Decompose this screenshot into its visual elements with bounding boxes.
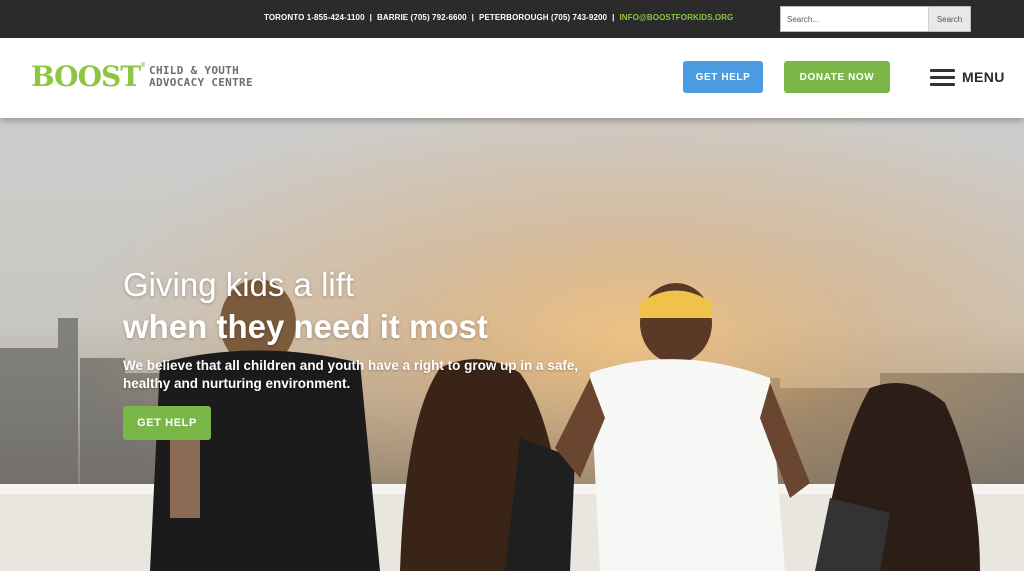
site-header: BOOST® CHILD & YOUTH ADVOCACY CENTRE GET…: [0, 38, 1024, 118]
contact-info: TORONTO 1-855-424-1100 | BARRIE (705) 792-…: [264, 13, 733, 22]
menu-toggle[interactable]: MENU: [930, 69, 1005, 86]
search-input[interactable]: [781, 7, 928, 31]
hero-heading-line1: Giving kids a lift: [123, 266, 355, 303]
menu-label: MENU: [962, 69, 1005, 85]
phone-barrie[interactable]: BARRIE (705) 792-6600: [377, 13, 467, 22]
search-form: Search: [780, 6, 971, 32]
logo-tagline: CHILD & YOUTH ADVOCACY CENTRE: [149, 65, 253, 89]
email-link[interactable]: INFO@BOOSTFORKIDS.ORG: [619, 13, 733, 22]
logo-trademark: ®: [140, 62, 146, 69]
phone-peterborough[interactable]: PETERBOROUGH (705) 743-9200: [479, 13, 607, 22]
site-logo[interactable]: BOOST® CHILD & YOUTH ADVOCACY CENTRE: [31, 60, 253, 94]
separator: |: [369, 13, 372, 22]
top-contact-bar: TORONTO 1-855-424-1100 | BARRIE (705) 792-…: [0, 0, 1024, 38]
separator: |: [471, 13, 475, 22]
phone-toronto[interactable]: TORONTO 1-855-424-1100: [264, 13, 365, 22]
hero-copy: Giving kids a lift when they need it mos…: [123, 266, 603, 393]
get-help-button[interactable]: GET HELP: [683, 61, 763, 93]
donate-now-button[interactable]: DONATE NOW: [784, 61, 890, 93]
separator: |: [612, 13, 615, 22]
logo-tagline-line2: ADVOCACY CENTRE: [149, 76, 253, 89]
hero-description: We believe that all children and youth h…: [123, 358, 579, 391]
hero-heading-line2: when they need it most: [123, 308, 488, 345]
search-button[interactable]: Search: [928, 7, 970, 31]
hamburger-icon: [930, 69, 955, 86]
hero-banner: Giving kids a lift when they need it mos…: [0, 118, 1024, 571]
logo-wordmark: BOOST®: [31, 60, 146, 93]
logo-word-text: BOOST: [31, 60, 141, 93]
hero-get-help-button[interactable]: GET HELP: [123, 406, 211, 440]
